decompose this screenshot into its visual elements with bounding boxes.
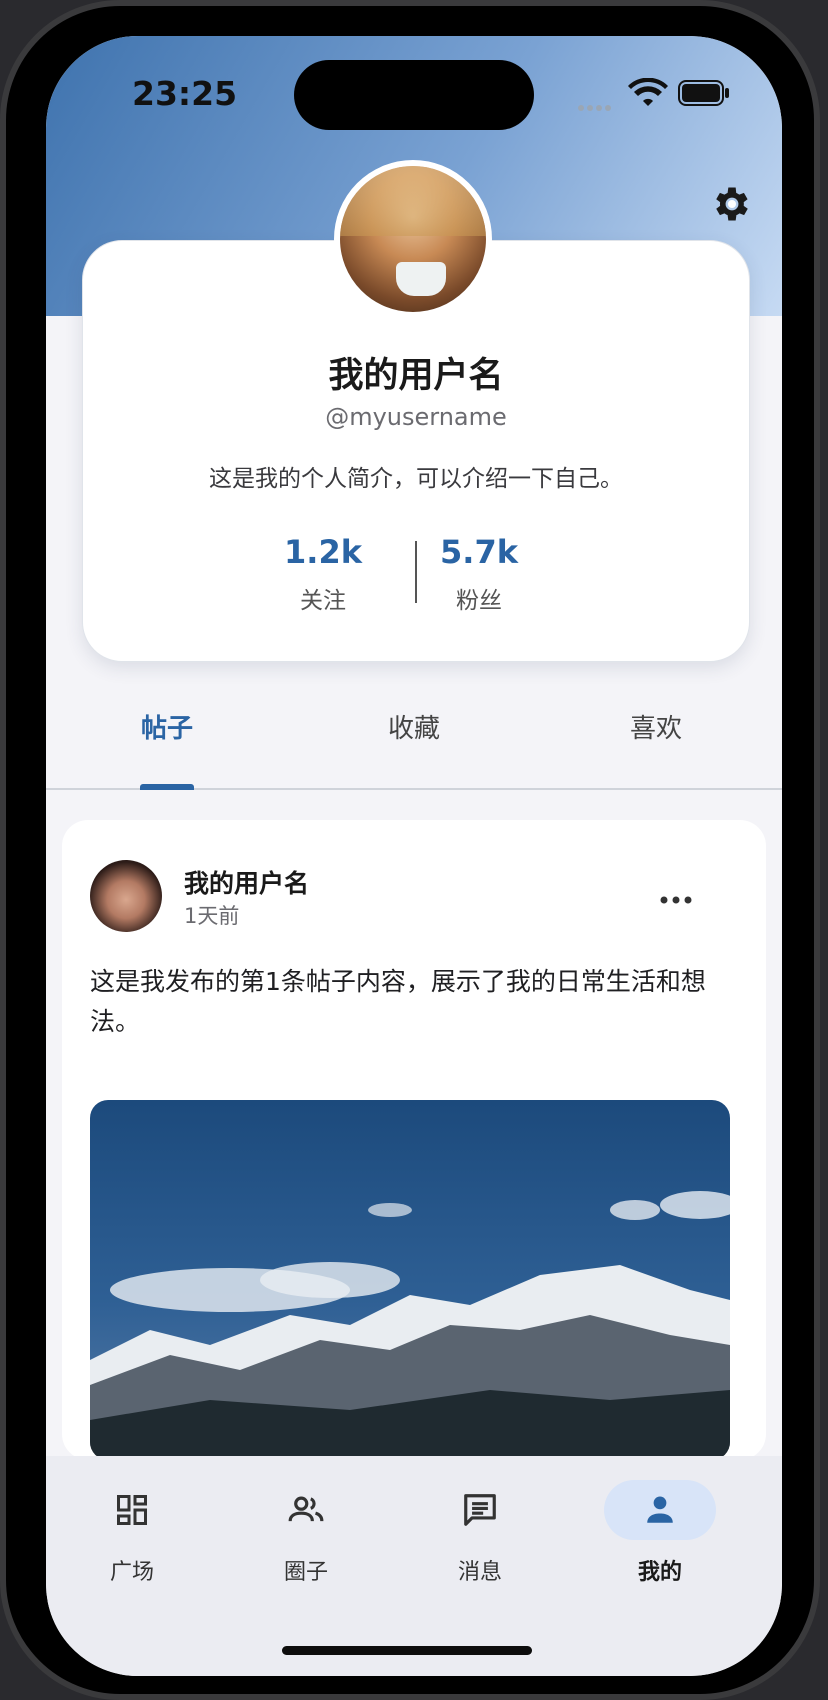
battery-icon	[678, 80, 729, 106]
post-author-avatar[interactable]	[90, 860, 162, 932]
status-time: 23:25	[132, 74, 238, 113]
stat-divider	[415, 541, 417, 603]
post-content: 这是我发布的第1条帖子内容，展示了我的日常生活和想法。	[90, 967, 706, 1036]
following-label: 关注	[300, 588, 346, 614]
followers-stat[interactable]: 5.7k 粉丝	[419, 533, 539, 615]
profile-tabs: 帖子 收藏 喜欢	[46, 692, 782, 790]
active-tab-indicator	[140, 784, 194, 790]
tab-posts[interactable]: 帖子	[87, 708, 247, 745]
settings-gear-icon[interactable]	[710, 182, 754, 226]
avatar-photo-cup	[396, 262, 446, 296]
post-author-name[interactable]: 我的用户名	[184, 864, 309, 900]
dynamic-island	[294, 60, 534, 130]
cellular-signal-icon	[578, 96, 618, 111]
nav-item-messages[interactable]: 消息	[418, 1480, 542, 1600]
more-options-icon[interactable]	[656, 890, 696, 910]
post-card[interactable]: 我的用户名 1天前 这是我发布的第1条帖子内容，展示了我的日常生活和想法。	[62, 820, 766, 1460]
wifi-icon	[628, 78, 668, 106]
following-stat[interactable]: 1.2k 关注	[263, 533, 383, 615]
post-timestamp: 1天前	[184, 904, 240, 928]
tab-favorites[interactable]: 收藏	[334, 708, 494, 745]
nav-item-circle[interactable]: 圈子	[244, 1480, 368, 1600]
mountain-photo	[90, 1191, 730, 1460]
nav-item-me[interactable]: 我的	[598, 1480, 722, 1600]
post-image[interactable]	[90, 1100, 730, 1460]
people-icon	[288, 1496, 324, 1522]
profile-avatar[interactable]	[334, 160, 492, 318]
profile-display-name: 我的用户名	[328, 356, 504, 396]
tab-likes[interactable]: 喜欢	[576, 708, 736, 745]
nav-label-square: 广场	[109, 1560, 154, 1585]
following-count: 1.2k	[284, 533, 362, 571]
app-screen: 23:25 我的用户名 @myusername 这是我的个人简介，可以介绍一下自…	[46, 36, 782, 1676]
nav-label-me: 我的	[637, 1560, 682, 1585]
nav-label-messages: 消息	[457, 1560, 502, 1585]
nav-item-square[interactable]: 广场	[70, 1480, 194, 1600]
followers-count: 5.7k	[440, 533, 518, 571]
profile-handle: @myusername	[325, 403, 507, 431]
followers-label: 粉丝	[456, 588, 502, 614]
avatar-photo-hair	[340, 166, 486, 236]
home-indicator[interactable]	[282, 1646, 532, 1655]
nav-label-circle: 圈子	[283, 1560, 328, 1585]
profile-bio: 这是我的个人简介，可以介绍一下自己。	[209, 466, 623, 492]
phone-frame: 23:25 我的用户名 @myusername 这是我的个人简介，可以介绍一下自…	[0, 0, 820, 1700]
person-icon	[647, 1496, 673, 1523]
dashboard-icon	[117, 1495, 147, 1525]
message-icon	[464, 1494, 496, 1526]
bottom-navigation: 广场 圈子 消息 我的	[46, 1456, 782, 1676]
